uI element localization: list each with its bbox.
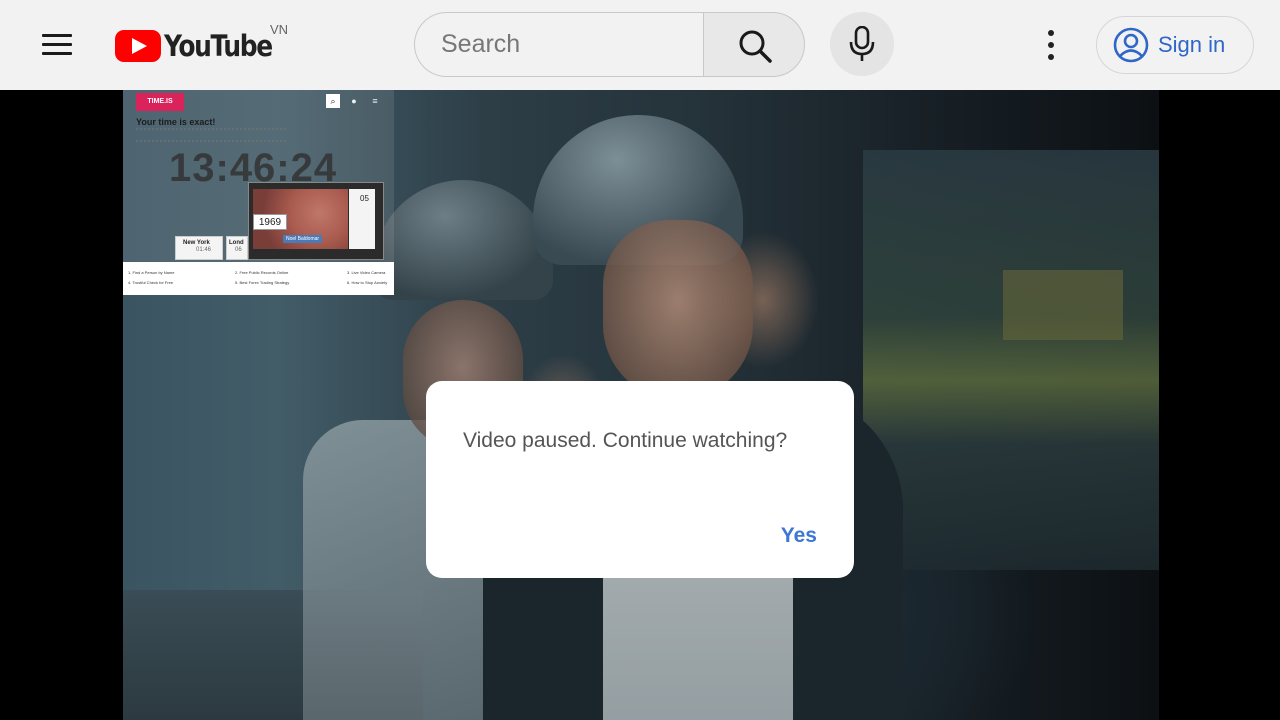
overlay-subtitle xyxy=(136,128,286,142)
search-icon xyxy=(739,30,772,63)
city-card[interactable]: Lond 06 xyxy=(226,236,248,260)
overlay-link[interactable]: 3. Live Video Camera xyxy=(347,270,385,275)
city-time: 06 xyxy=(235,247,242,253)
overlay-caption: Noel Baldomar xyxy=(283,235,323,243)
logo-text: YouTube xyxy=(164,29,273,63)
region-code: VN xyxy=(270,22,289,37)
overlay-toolbar: ⌕ ● ≡ xyxy=(326,94,382,108)
overlay-link[interactable]: 2. Free Public Records Online xyxy=(235,270,288,275)
site-badge[interactable]: TIME.IS xyxy=(136,93,184,111)
search-button[interactable] xyxy=(703,12,805,77)
city-card[interactable]: New York 01:46 xyxy=(175,236,223,260)
overlay-link[interactable]: 4. Trustful Check for Free xyxy=(128,280,173,285)
masthead: YouTube VN Sign in xyxy=(0,0,1280,90)
yes-button[interactable]: Yes xyxy=(781,524,817,548)
video-frame-sign xyxy=(1003,270,1123,340)
voice-search-button[interactable] xyxy=(830,12,894,76)
sign-in-label: Sign in xyxy=(1158,32,1226,57)
city-name: Lond xyxy=(229,240,244,246)
video-frame-helmet-left xyxy=(373,180,553,300)
video-frame-background xyxy=(863,150,1159,570)
youtube-play-icon xyxy=(115,30,161,62)
mic-icon xyxy=(849,26,875,61)
user-icon[interactable]: ● xyxy=(347,94,361,108)
search-input[interactable] xyxy=(415,13,704,76)
more-vert-icon[interactable] xyxy=(1040,28,1062,62)
city-name: New York xyxy=(183,240,210,246)
youtube-logo[interactable]: YouTube xyxy=(115,26,289,66)
overlay-links: 1. Find a Person by Name 2. Free Public … xyxy=(123,262,394,295)
search-box xyxy=(414,12,704,77)
overlay-day: 05 xyxy=(360,194,369,203)
search-icon[interactable]: ⌕ xyxy=(326,94,340,108)
menu-icon[interactable] xyxy=(42,32,74,58)
menu-icon[interactable]: ≡ xyxy=(368,94,382,108)
city-time: 01:46 xyxy=(196,247,212,253)
pause-dialog: Video paused. Continue watching? Yes xyxy=(426,381,854,578)
sign-in-button[interactable]: Sign in xyxy=(1096,16,1254,74)
video-frame-face-right xyxy=(603,220,753,400)
overlay-year: 1969 xyxy=(253,214,287,230)
dialog-message: Video paused. Continue watching? xyxy=(463,429,788,452)
overlay-link[interactable]: 6. How to Stop Anxiety xyxy=(347,280,387,285)
overlay-link[interactable]: 5. Best Forex Trading Strategy xyxy=(235,280,289,285)
overlay-link[interactable]: 1. Find a Person by Name xyxy=(128,270,174,275)
overlay-title: Your time is exact! xyxy=(136,117,216,127)
webpage-overlay: TIME.IS ⌕ ● ≡ Your time is exact! 13:46:… xyxy=(123,90,394,295)
account-icon xyxy=(1113,27,1149,63)
